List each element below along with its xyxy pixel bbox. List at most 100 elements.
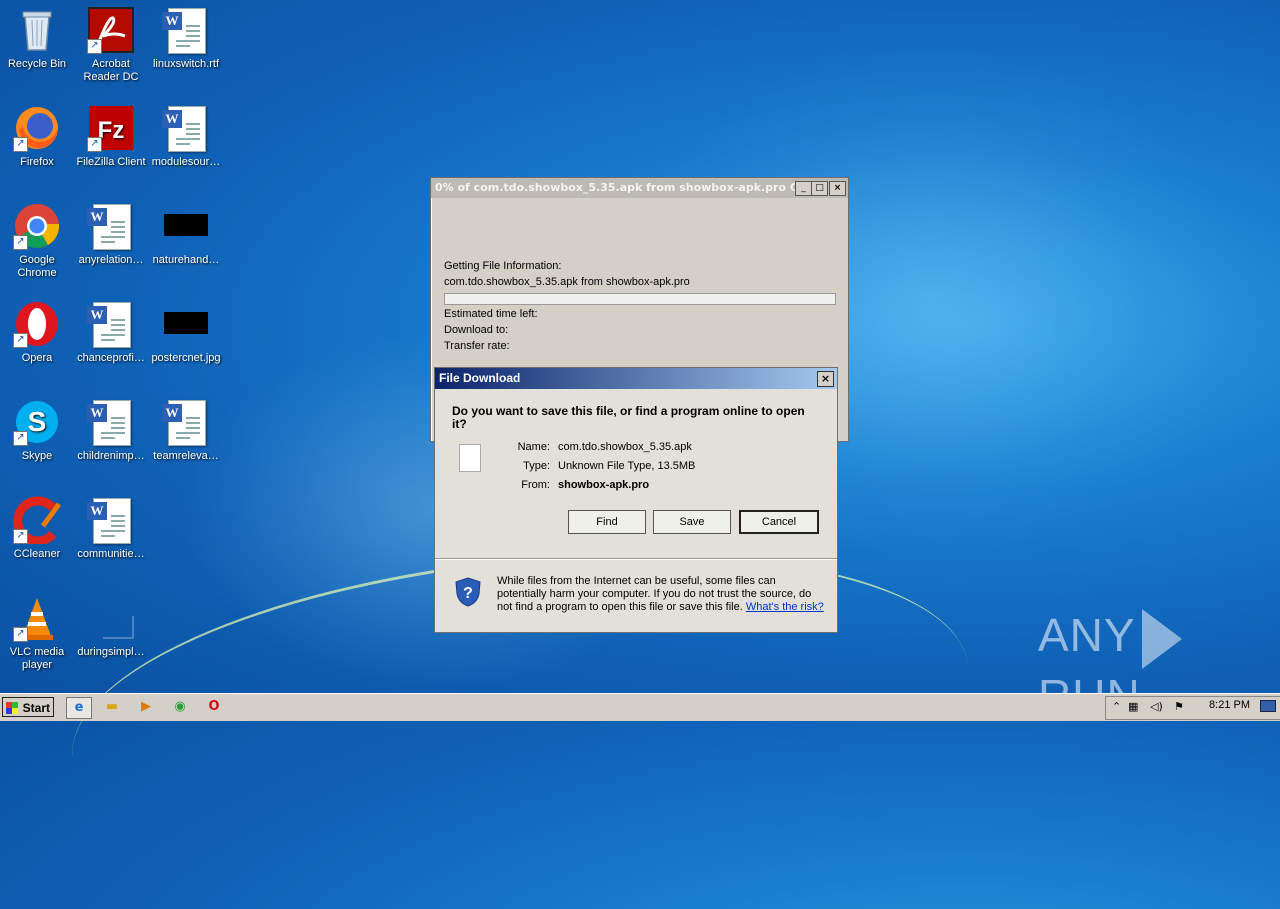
desktop-icon-teamreleva[interactable]: W teamreleva… <box>149 398 223 463</box>
desktop-icon-google-chrome[interactable]: ↗ Google Chrome <box>0 202 74 280</box>
find-button[interactable]: Find <box>568 510 646 534</box>
watermark-left: ANY <box>1038 609 1136 661</box>
show-desktop-button[interactable] <box>1260 700 1276 712</box>
word-document-icon: W <box>162 104 210 152</box>
desktop-icon-naturehand[interactable]: naturehand… <box>149 202 223 267</box>
desktop-icon-childrenimp[interactable]: W childrenimp… <box>74 398 148 463</box>
icon-label: teamreleva… <box>153 450 219 462</box>
tray-expand-icon[interactable]: ⌃ <box>1112 700 1121 713</box>
shortcut-arrow-icon: ↗ <box>13 235 28 250</box>
start-button[interactable]: Start <box>2 697 54 717</box>
whats-the-risk-link[interactable]: What's the risk? <box>746 601 824 613</box>
opera-icon: ↗ <box>13 300 61 348</box>
window-title: 0% of com.tdo.showbox_5.35.apk from show… <box>431 178 848 198</box>
word-document-icon: W <box>162 398 210 446</box>
icon-label: Google Chrome <box>17 254 57 279</box>
shortcut-arrow-icon: ↗ <box>13 431 28 446</box>
desktop-icon-duringsimpl[interactable]: duringsimpl… <box>74 594 148 659</box>
security-warning: While files from the Internet can be use… <box>497 575 827 614</box>
recycle-bin-icon <box>13 6 61 54</box>
filezilla-icon: Fz ↗ <box>87 104 135 152</box>
taskbar: Start e ▬ ▶ ◉ O ⌃ ▦ ◁) ⚑ 8:21 PM <box>0 693 1280 721</box>
network-icon[interactable]: ▦ <box>1128 700 1138 713</box>
minimize-button[interactable]: _ <box>795 181 812 196</box>
windows-flag-icon <box>6 702 18 714</box>
icon-label: linuxswitch.rtf <box>152 58 220 70</box>
download-to-label: Download to: <box>444 324 509 336</box>
save-button[interactable]: Save <box>653 510 731 534</box>
shortcut-arrow-icon: ↗ <box>13 627 28 642</box>
icon-label: VLC media player <box>9 646 65 671</box>
desktop-icon-postercnet[interactable]: postercnet.jpg <box>149 300 223 365</box>
taskbar-ie-icon[interactable]: e <box>66 697 92 719</box>
dialog-close-button[interactable]: × <box>817 371 834 387</box>
icon-label: childrenimp… <box>77 450 145 462</box>
desktop-icon-skype[interactable]: S ↗ Skype <box>0 398 74 463</box>
desktop-icon-recycle-bin[interactable]: Recycle Bin <box>0 6 74 71</box>
maximize-button[interactable]: □ <box>811 181 828 196</box>
icon-label: anyrelation… <box>78 254 144 266</box>
cancel-button[interactable]: Cancel <box>739 510 819 534</box>
svg-text:S: S <box>28 406 47 437</box>
icon-label: Recycle Bin <box>7 58 67 70</box>
system-tray: ⌃ ▦ ◁) ⚑ <box>1105 696 1280 720</box>
taskbar-clock[interactable]: 8:21 PM <box>1209 699 1250 711</box>
taskbar-chrome-icon[interactable]: ◉ <box>168 697 192 717</box>
volume-icon[interactable]: ◁) <box>1150 700 1163 713</box>
desktop-icon-firefox[interactable]: ↗ Firefox <box>0 104 74 169</box>
dialog-question: Do you want to save this file, or find a… <box>452 404 805 431</box>
play-triangle-icon <box>1141 608 1182 669</box>
shortcut-arrow-icon: ↗ <box>13 529 28 544</box>
desktop-icon-filezilla[interactable]: Fz ↗ FileZilla Client <box>74 104 148 169</box>
icon-label: Skype <box>21 450 53 462</box>
shortcut-arrow-icon: ↗ <box>13 333 28 348</box>
desktop-icon-opera[interactable]: ↗ Opera <box>0 300 74 365</box>
acrobat-icon: ↗ <box>87 6 135 54</box>
icon-label: CCleaner <box>13 548 61 560</box>
from-value: showbox-apk.pro <box>558 479 650 491</box>
desktop-icon-vlc[interactable]: ↗ VLC media player <box>0 594 74 672</box>
image-thumbnail-icon <box>162 202 210 250</box>
icon-label: modulesour… <box>151 156 221 168</box>
name-value: com.tdo.showbox_5.35.apk <box>558 441 692 453</box>
skype-icon: S ↗ <box>13 398 61 446</box>
icon-label: Opera <box>21 352 53 364</box>
icon-label: chanceprofi… <box>77 352 145 364</box>
word-document-icon: W <box>162 6 210 54</box>
desktop-icon-communitie[interactable]: W communitie… <box>74 496 148 561</box>
desktop-icon-chanceprofi[interactable]: W chanceprofi… <box>74 300 148 365</box>
svg-text:?: ? <box>463 585 473 602</box>
image-thumbnail-icon <box>162 300 210 348</box>
transfer-rate-label: Transfer rate: <box>444 340 510 352</box>
icon-label: Acrobat Reader DC <box>83 58 139 83</box>
taskbar-opera-icon[interactable]: O <box>202 697 226 717</box>
blank-file-icon <box>87 594 135 642</box>
desktop-icon-anyrelation[interactable]: W anyrelation… <box>74 202 148 267</box>
taskbar-explorer-icon[interactable]: ▬ <box>100 697 124 717</box>
desktop-icon-ccleaner[interactable]: ↗ CCleaner <box>0 496 74 561</box>
chrome-icon: ↗ <box>13 202 61 250</box>
desktop-icon-acrobat-reader[interactable]: ↗ Acrobat Reader DC <box>74 6 148 84</box>
icon-label: FileZilla Client <box>76 156 146 168</box>
file-icon <box>459 444 481 472</box>
file-info: Name: com.tdo.showbox_5.35.apk Type: Unkno… <box>495 438 696 495</box>
icon-label: duringsimpl… <box>77 646 145 658</box>
type-label: Type: <box>523 460 550 472</box>
progress-details: Estimated time left: Download to: Transf… <box>444 308 538 356</box>
download-progress-bar <box>444 293 836 305</box>
action-center-flag-icon[interactable]: ⚑ <box>1174 700 1184 713</box>
close-button[interactable]: × <box>829 181 846 196</box>
desktop-icon-modulesour[interactable]: W modulesour… <box>149 104 223 169</box>
word-document-icon: W <box>87 300 135 348</box>
name-label: Name: <box>517 441 550 453</box>
progress-body: Getting File Information: com.tdo.showbo… <box>444 260 690 292</box>
taskbar-media-player-icon[interactable]: ▶ <box>134 697 158 717</box>
desktop-icon-linuxswitch[interactable]: W linuxswitch.rtf <box>149 6 223 71</box>
dialog-title: File Download <box>435 368 837 389</box>
shortcut-arrow-icon: ↗ <box>13 137 28 152</box>
shortcut-arrow-icon: ↗ <box>87 39 102 54</box>
start-label: Start <box>22 701 50 715</box>
word-document-icon: W <box>87 496 135 544</box>
ccleaner-icon: ↗ <box>13 496 62 546</box>
file-line: com.tdo.showbox_5.35.apk from showbox-ap… <box>444 276 690 288</box>
